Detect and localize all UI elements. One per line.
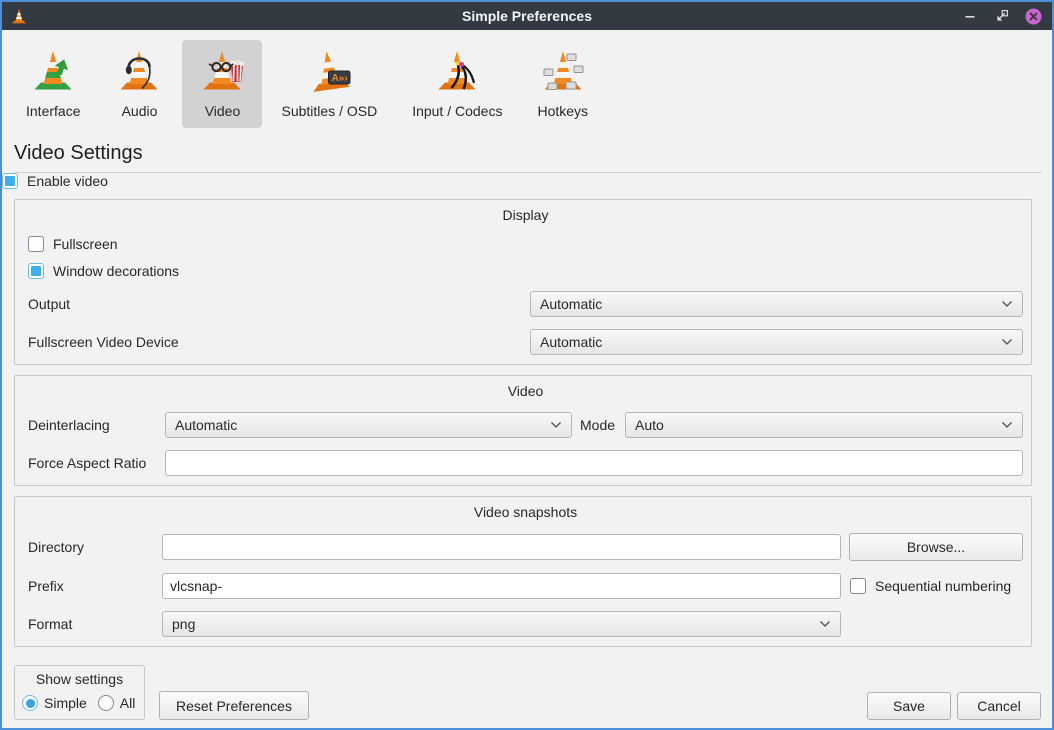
mode-select[interactable]: Auto — [625, 412, 1023, 438]
radio-item-all: All — [98, 695, 136, 711]
show-settings-radios: Simple All — [22, 695, 137, 711]
vlc-cone-icon — [10, 4, 30, 28]
window-decorations-checkbox[interactable] — [28, 263, 44, 279]
sequential-numbering-checkbox[interactable] — [850, 578, 866, 594]
unmaximize-icon[interactable] — [993, 8, 1010, 25]
video-icon — [198, 46, 246, 94]
directory-input[interactable] — [162, 534, 841, 560]
enable-video-row: Enable video — [2, 173, 1052, 189]
chevron-down-icon — [550, 421, 562, 429]
window-title: Simple Preferences — [2, 8, 1052, 24]
toolbar-item-interface[interactable]: Interface — [10, 40, 96, 128]
category-toolbar: Interface Audio — [2, 30, 1052, 128]
fullscreen-video-device-row: Fullscreen Video Device Automatic — [28, 329, 1023, 355]
all-radio[interactable] — [98, 695, 114, 711]
show-settings-title: Show settings — [22, 671, 137, 687]
force-aspect-ratio-input[interactable] — [165, 450, 1023, 476]
window-decorations-row: Window decorations — [28, 263, 1023, 279]
toolbar-item-label: Video — [205, 103, 241, 119]
fullscreen-video-device-select[interactable]: Automatic — [530, 329, 1023, 355]
toolbar-item-label: Subtitles / OSD — [281, 103, 377, 119]
sequential-numbering-row: Sequential numbering — [850, 578, 1011, 594]
video-snapshots-group-title: Video snapshots — [28, 504, 1023, 521]
input-codecs-icon — [433, 46, 481, 94]
toolbar-item-video[interactable]: Video — [182, 40, 262, 128]
prefix-row: Prefix Sequential numbering — [28, 573, 1023, 599]
radio-item-simple: Simple — [22, 695, 87, 711]
fullscreen-row: Fullscreen — [28, 236, 1023, 252]
format-select[interactable]: png — [162, 611, 841, 637]
svg-text:A»›: A»› — [332, 73, 348, 84]
window-decorations-label[interactable]: Window decorations — [53, 263, 179, 279]
mode-label: Mode — [580, 417, 615, 433]
video-group: Video Deinterlacing Automatic Mode Auto … — [14, 375, 1032, 486]
enable-video-label[interactable]: Enable video — [27, 173, 108, 189]
hotkeys-icon — [539, 46, 587, 94]
sequential-numbering-label[interactable]: Sequential numbering — [875, 578, 1011, 594]
force-aspect-ratio-label: Force Aspect Ratio — [28, 455, 165, 471]
format-label: Format — [28, 616, 162, 632]
fullscreen-video-device-label: Fullscreen Video Device — [28, 334, 530, 350]
chevron-down-icon — [819, 620, 831, 628]
browse-button[interactable]: Browse... — [849, 533, 1023, 561]
interface-icon — [29, 46, 77, 94]
show-settings-group: Show settings Simple All — [14, 665, 145, 720]
deinterlacing-row: Deinterlacing Automatic Mode Auto — [28, 412, 1023, 438]
deinterlacing-label: Deinterlacing — [28, 417, 165, 433]
video-snapshots-group: Video snapshots Directory Browse... Pref… — [14, 496, 1032, 647]
toolbar-item-label: Interface — [26, 103, 80, 119]
titlebar[interactable]: Simple Preferences — [2, 2, 1052, 30]
audio-icon — [115, 46, 163, 94]
footer: Show settings Simple All Reset Preferenc… — [14, 647, 1041, 720]
close-icon[interactable] — [1025, 8, 1042, 25]
enable-video-checkbox[interactable] — [2, 173, 18, 189]
display-group-title: Display — [28, 207, 1023, 224]
force-aspect-ratio-row: Force Aspect Ratio — [28, 450, 1023, 476]
simple-radio-label[interactable]: Simple — [44, 695, 87, 711]
prefix-input[interactable] — [162, 573, 841, 599]
save-button[interactable]: Save — [867, 692, 951, 720]
output-label: Output — [28, 296, 530, 312]
toolbar-item-input-codecs[interactable]: Input / Codecs — [396, 40, 518, 128]
toolbar-item-label: Input / Codecs — [412, 103, 502, 119]
all-radio-label[interactable]: All — [120, 695, 136, 711]
page-title: Video Settings — [14, 140, 1040, 166]
chevron-down-icon — [1001, 300, 1013, 308]
toolbar-item-label: Hotkeys — [537, 103, 588, 119]
reset-preferences-button[interactable]: Reset Preferences — [159, 691, 309, 720]
video-group-title: Video — [28, 383, 1023, 400]
directory-row: Directory Browse... — [28, 533, 1023, 561]
prefix-label: Prefix — [28, 578, 162, 594]
chevron-down-icon — [1001, 338, 1013, 346]
format-row: Format png — [28, 611, 1023, 637]
fullscreen-label[interactable]: Fullscreen — [53, 236, 118, 252]
display-group: Display Fullscreen Window decorations Ou… — [14, 199, 1032, 365]
fullscreen-checkbox[interactable] — [28, 236, 44, 252]
output-select[interactable]: Automatic — [530, 291, 1023, 317]
subtitles-osd-icon: A»› — [305, 46, 353, 94]
simple-radio[interactable] — [22, 695, 38, 711]
toolbar-item-hotkeys[interactable]: Hotkeys — [521, 40, 604, 128]
directory-label: Directory — [28, 539, 162, 555]
minimize-icon[interactable] — [961, 8, 978, 25]
cancel-button[interactable]: Cancel — [957, 692, 1041, 720]
deinterlacing-select[interactable]: Automatic — [165, 412, 572, 438]
toolbar-item-label: Audio — [122, 103, 158, 119]
toolbar-item-audio[interactable]: Audio — [99, 40, 179, 128]
simple-preferences-window: Simple Preferences — [0, 0, 1054, 730]
window-controls — [961, 8, 1042, 25]
toolbar-item-subtitles-osd[interactable]: A»› Subtitles / OSD — [265, 40, 393, 128]
output-row: Output Automatic — [28, 291, 1023, 317]
chevron-down-icon — [1001, 421, 1013, 429]
